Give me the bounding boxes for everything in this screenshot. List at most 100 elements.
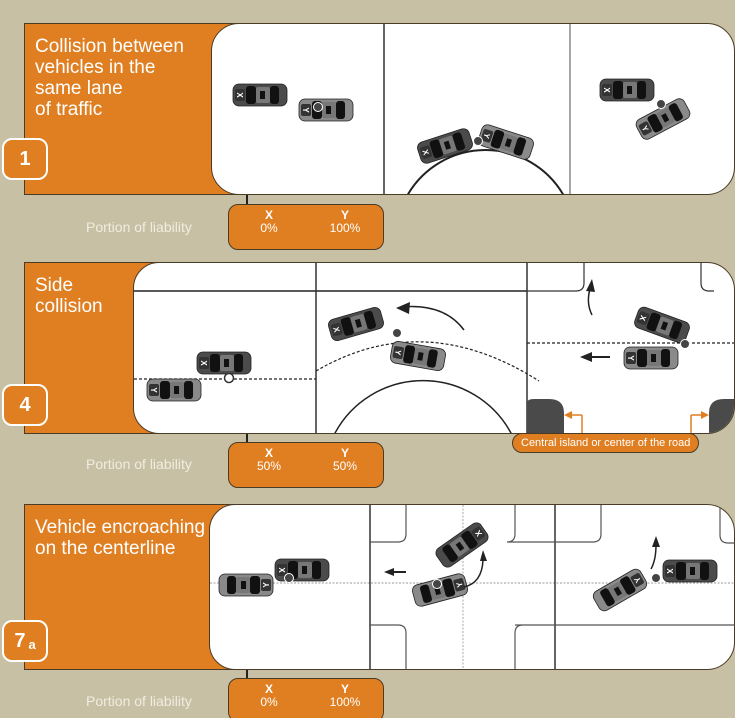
central-island — [709, 399, 734, 433]
car-label: X — [235, 92, 244, 98]
case-7a-diagram: Y X X Y Y X — [210, 505, 734, 669]
liability-percent: 50% — [256, 459, 282, 473]
car-x: X — [634, 306, 690, 344]
car-rear-window — [250, 576, 260, 594]
direction-arrow — [400, 305, 465, 331]
case-4-number: 4 — [19, 393, 31, 416]
curb — [555, 505, 602, 543]
car-label: X — [665, 568, 674, 574]
pointer-arrowhead — [701, 411, 709, 419]
car-x: X — [196, 351, 252, 375]
car-windshield — [270, 86, 279, 104]
arrowhead — [480, 550, 487, 561]
car-sunroof — [690, 567, 695, 575]
case-7a-liability-box: X 0% Y 100% — [228, 678, 384, 718]
car-x: X — [232, 83, 288, 107]
case-7a-number: 7 — [14, 629, 26, 652]
pointer-arrowhead — [564, 411, 572, 419]
case-1-liability-box: X 0% Y 100% — [228, 204, 384, 250]
car-y: Y — [390, 341, 446, 371]
car-y: Y — [218, 573, 274, 597]
liability-x: X 0% — [239, 683, 299, 709]
curb — [370, 505, 407, 543]
liability-percent: 50% — [332, 459, 358, 473]
case-4-diagram: Y X X Y X Y — [134, 263, 734, 433]
case-7a-title: Vehicle encroaching on the centerline — [35, 517, 206, 559]
car-rear-window — [210, 354, 220, 372]
impact-point — [223, 372, 235, 384]
car-windshield — [312, 561, 321, 579]
liability-percent: 0% — [260, 695, 278, 709]
liability-percent: 0% — [260, 221, 278, 235]
car-rear-window — [246, 86, 256, 104]
car-y: Y — [298, 98, 354, 122]
direction-arrow — [650, 544, 657, 570]
car-y: Y — [412, 573, 468, 607]
case-7a-liability-label: Portion of liability — [86, 693, 192, 709]
car-windshield — [336, 101, 345, 119]
curb-top-right — [700, 263, 714, 292]
arrowhead — [396, 302, 410, 314]
car-x: X — [435, 522, 489, 568]
liability-x: X 50% — [239, 447, 299, 473]
curb-top-left — [527, 263, 585, 292]
direction-arrow — [587, 288, 593, 316]
case-4-panel: Side collision 4 Y X X Y X Y Central isl… — [2, 262, 735, 490]
liability-percent: 100% — [329, 695, 361, 709]
case-4-liability-box: X 50% Y 50% — [228, 442, 384, 488]
curb — [514, 624, 555, 669]
car-sunroof — [260, 91, 265, 99]
impact-point — [432, 579, 442, 589]
case-4-title: Side collision — [35, 275, 103, 317]
curb — [506, 505, 555, 543]
arrowhead — [580, 352, 592, 362]
car-windshield — [637, 81, 646, 99]
arrowhead — [384, 568, 394, 576]
impact-point — [284, 573, 294, 583]
car-x: X — [599, 78, 655, 102]
liability-percent: 100% — [329, 221, 361, 235]
case-7a-scene: Y X X Y Y X — [209, 504, 735, 670]
car-label: X — [602, 87, 611, 93]
curve-road-edge — [334, 379, 512, 433]
car-label: Y — [626, 355, 635, 361]
case-4-note: Central island or center of the road — [512, 433, 700, 453]
case-7a-suffix: a — [28, 636, 36, 652]
car-label: Y — [262, 582, 271, 588]
car-x: X — [274, 558, 330, 582]
case-7a-number-badge: 7a — [2, 620, 48, 662]
impact-point — [656, 99, 666, 109]
car-rear-window — [676, 562, 686, 580]
case-4-liability-label: Portion of liability — [86, 456, 192, 472]
car-sunroof — [174, 386, 179, 394]
car-x: X — [662, 559, 718, 583]
car-sunroof — [326, 106, 331, 114]
case-1-scene: X Y X Y X Y — [211, 23, 735, 195]
car-rear-window — [613, 81, 623, 99]
liability-y: Y 50% — [315, 447, 375, 473]
car-label: X — [277, 567, 286, 573]
impact-point — [473, 136, 483, 146]
case-4-number-badge: 4 — [2, 384, 48, 426]
arrowhead — [652, 536, 660, 547]
car-windshield — [227, 576, 236, 594]
case-1-panel: Collision between vehicles in the same l… — [2, 23, 735, 250]
car-y: Y — [478, 124, 534, 160]
impact-point — [313, 102, 323, 112]
car-windshield — [661, 349, 670, 367]
car-x: X — [328, 307, 384, 341]
liability-x: X 0% — [239, 209, 299, 235]
arrowhead — [586, 279, 595, 292]
car-windshield — [184, 381, 193, 399]
car-sunroof — [241, 581, 246, 589]
impact-point — [392, 328, 402, 338]
case-1-liability-label: Portion of liability — [86, 219, 192, 235]
impact-point — [651, 573, 661, 583]
case-1-number-badge: 1 — [2, 138, 48, 180]
car-windshield — [700, 562, 709, 580]
car-rear-window — [160, 381, 170, 399]
car-windshield — [234, 354, 243, 372]
case-4-scene: Y X X Y X Y — [133, 262, 735, 434]
car-rear-window — [637, 349, 647, 367]
central-island — [527, 399, 564, 433]
